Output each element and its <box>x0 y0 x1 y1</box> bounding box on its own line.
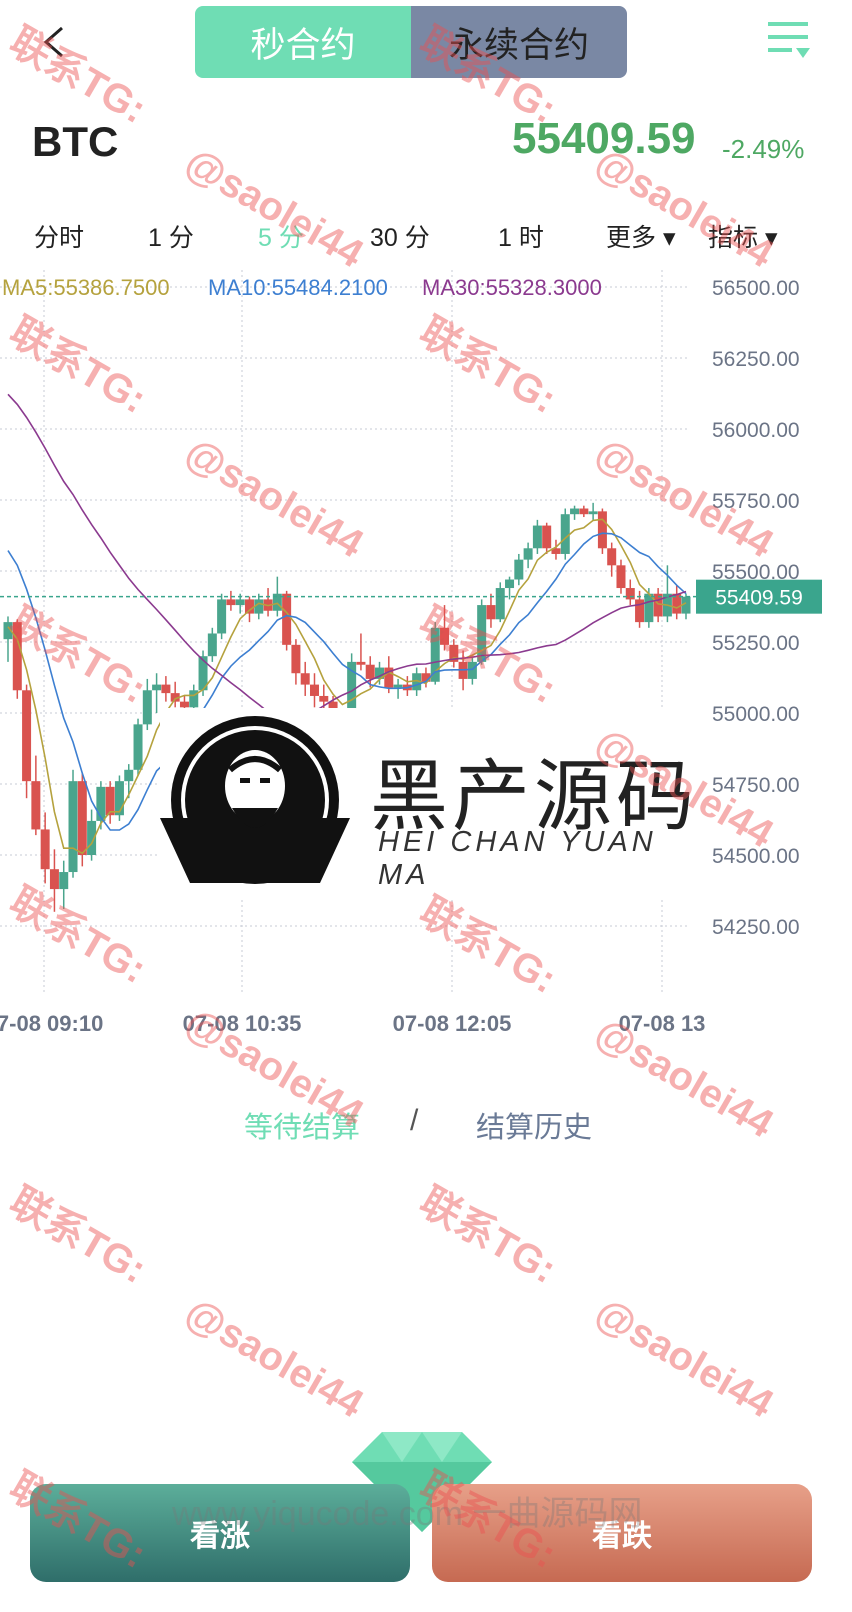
y-tick-label: 55000.00 <box>712 703 800 726</box>
candle-body <box>365 664 375 679</box>
x-tick-label: 07-08 10:35 <box>183 1011 302 1036</box>
x-tick-label: 07-08 12:05 <box>393 1011 512 1036</box>
x-tick-label: 07-08 13 <box>619 1011 706 1036</box>
candle-body <box>523 548 533 560</box>
current-price: 55409.59 <box>512 114 696 163</box>
candle-body <box>142 690 152 725</box>
candle-body <box>477 605 487 662</box>
candle-body <box>96 786 106 821</box>
watermark-contact: 联系TG: <box>2 1179 154 1293</box>
candle-body <box>105 786 115 816</box>
candle-body <box>514 559 524 580</box>
y-tick-label: 56250.00 <box>712 348 800 371</box>
candle-body <box>486 605 496 620</box>
ma30-label: MA30:55328.3000 <box>422 275 602 300</box>
tab-period-5m[interactable]: 5 分 <box>258 218 304 254</box>
candle-body <box>77 781 87 855</box>
candle-body <box>393 684 403 688</box>
tab-period-1m[interactable]: 1 分 <box>148 218 194 254</box>
candle-body <box>495 588 505 620</box>
tab-period-timeline[interactable]: 分时 <box>34 218 84 254</box>
x-tick-label: 07-08 09:10 <box>0 1011 103 1036</box>
candle-body <box>68 781 78 873</box>
candle-body <box>291 644 301 674</box>
y-tick-label: 55250.00 <box>712 632 800 655</box>
watermark-handle: @saolei44 <box>588 1290 781 1427</box>
candle-body <box>235 599 245 606</box>
settlement-separator: / <box>410 1104 419 1137</box>
candle-body <box>616 565 626 589</box>
y-tick-label: 54750.00 <box>712 774 800 797</box>
candle-body <box>226 599 236 606</box>
symbol-name: BTC <box>32 118 119 165</box>
candle-body <box>588 511 598 515</box>
candle-body <box>161 684 171 694</box>
top-bar: 秒合约 永续合约 <box>0 0 852 90</box>
candle-body <box>31 781 41 830</box>
candle-body <box>607 548 617 566</box>
candle-body <box>440 627 450 645</box>
candle-body <box>319 695 329 702</box>
tab-indicators[interactable]: 指标 ▾ <box>708 218 778 254</box>
candle-body <box>282 593 292 645</box>
candle-body <box>570 508 580 515</box>
tab-period-30m[interactable]: 30 分 <box>370 218 430 254</box>
candle-body <box>133 724 143 770</box>
candle-body <box>356 661 366 665</box>
candle-body <box>467 661 477 679</box>
tab-period-more[interactable]: 更多 ▾ <box>606 218 676 254</box>
candle-body <box>152 684 162 691</box>
y-tick-label: 54500.00 <box>712 845 800 868</box>
current-price-tag-label: 55409.59 <box>715 587 803 610</box>
filter-menu-icon[interactable] <box>766 18 812 62</box>
price-change: -2.49% <box>722 134 805 164</box>
candle-body <box>505 579 515 589</box>
back-arrow-icon[interactable] <box>36 22 76 62</box>
y-tick-label: 54250.00 <box>712 916 800 939</box>
candle-body <box>179 701 189 708</box>
candle-body <box>430 627 440 682</box>
candle-body <box>207 633 217 657</box>
tab-pending-settlement[interactable]: 等待结算 <box>244 1104 360 1146</box>
tab-perpetual-contract[interactable]: 永续合约 <box>411 6 627 78</box>
period-tabs: 分时 1 分 5 分 30 分 1 时 更多 ▾ 指标 ▾ <box>0 218 852 262</box>
candle-body <box>114 781 124 816</box>
settlement-tabs: 等待结算 / 结算历史 <box>0 1104 852 1144</box>
candle-body <box>597 511 607 549</box>
tab-period-1h[interactable]: 1 时 <box>498 218 544 254</box>
candlestick-chart[interactable]: 56500.0056250.0056000.0055750.0055500.00… <box>0 270 852 1060</box>
candle-body <box>22 690 32 782</box>
candle-body <box>244 599 254 614</box>
candle-body <box>40 829 50 870</box>
candle-body <box>300 673 310 685</box>
watermark-handle: @saolei44 <box>178 1290 371 1427</box>
candle-body <box>625 588 635 600</box>
candle-body <box>635 599 645 623</box>
candle-body <box>12 622 22 691</box>
candle-body <box>59 872 69 890</box>
candle-body <box>579 508 589 515</box>
candle-body <box>49 869 59 890</box>
tab-settlement-history[interactable]: 结算历史 <box>476 1104 592 1146</box>
candle-body <box>124 769 134 782</box>
candle-body <box>217 599 227 634</box>
logo-overlay: 黑产源码 HEI CHAN YUAN MA <box>160 708 700 898</box>
candle-body <box>309 684 319 696</box>
candle-body <box>532 525 542 549</box>
watermark-contact: 联系TG: <box>412 1179 564 1293</box>
candle-body <box>560 514 570 554</box>
buy-up-button[interactable]: 看涨 <box>30 1484 410 1582</box>
ma5-label: MA5:55386.7500 <box>2 275 170 300</box>
tab-second-contract[interactable]: 秒合约 <box>195 6 411 78</box>
ma30-line <box>7 393 687 721</box>
y-tick-label: 55750.00 <box>712 490 800 513</box>
ma10-label: MA10:55484.2100 <box>208 275 388 300</box>
buy-down-button[interactable]: 看跌 <box>432 1484 812 1582</box>
candle-body <box>542 525 552 549</box>
y-tick-label: 56000.00 <box>712 419 800 442</box>
y-tick-label: 56500.00 <box>712 277 800 300</box>
warrior-logo-icon <box>160 716 350 884</box>
contract-type-switch: 秒合约 永续合约 <box>195 6 627 78</box>
logo-subtitle: HEI CHAN YUAN MA <box>378 826 657 891</box>
